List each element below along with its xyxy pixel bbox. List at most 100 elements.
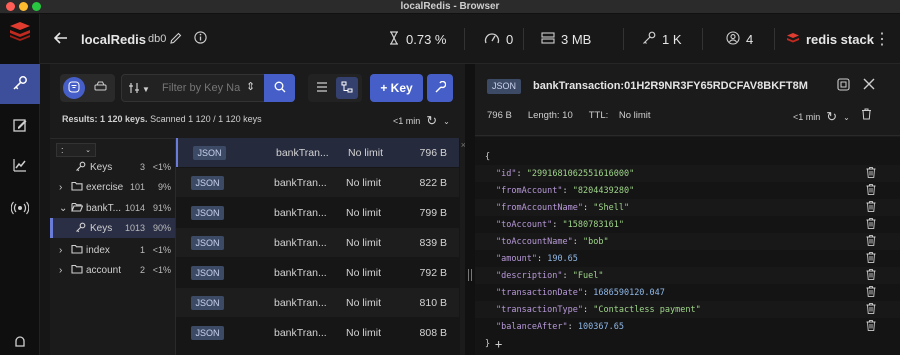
search-button[interactable]	[264, 74, 295, 102]
json-field-value[interactable]: "Contactless payment"	[593, 305, 700, 315]
json-field-row[interactable]: "toAccountName": "bob"	[475, 233, 900, 250]
ttl-label: TTL:	[588, 110, 609, 121]
trash-icon[interactable]	[866, 200, 876, 215]
edit-db-button[interactable]	[170, 14, 182, 64]
chevron-down-icon[interactable]: ⌄	[59, 203, 67, 214]
refresh-icon[interactable]: ↻	[426, 113, 437, 129]
json-field-value[interactable]: 190.65	[547, 254, 578, 264]
info-icon	[194, 31, 207, 47]
chevron-right-icon[interactable]: ›	[59, 265, 62, 276]
json-field-row[interactable]: "description": "Fuel"	[475, 267, 900, 284]
json-colon: :	[583, 304, 594, 315]
trash-icon[interactable]	[866, 285, 876, 300]
tree-item[interactable]: Keys 1013 90%	[50, 218, 175, 238]
trash-icon[interactable]	[866, 217, 876, 232]
key-type-badge: JSON	[191, 205, 224, 220]
trash-icon[interactable]	[866, 302, 876, 317]
trash-icon[interactable]	[866, 268, 876, 283]
window-title: localRedis - Browser	[400, 1, 500, 12]
tree-item[interactable]: › index 1 <1%	[50, 240, 175, 260]
chevron-right-icon[interactable]: ›	[59, 182, 62, 193]
list-view-button[interactable]	[311, 77, 333, 99]
json-field-value[interactable]: "1580783161"	[563, 220, 624, 230]
json-field-row[interactable]: "transactionType": "Contactless payment"	[475, 301, 900, 318]
sidebar-item-workbench[interactable]	[0, 106, 40, 146]
key-type-select[interactable]: ▼	[128, 82, 150, 97]
json-field-value[interactable]: "bob"	[583, 237, 609, 247]
redis-logo[interactable]	[0, 14, 40, 48]
key-name: bankTran...	[274, 176, 327, 189]
more-menu-button[interactable]: ⋮	[874, 14, 890, 64]
key-size: 799 B	[419, 206, 447, 219]
add-field-button[interactable]: +	[495, 337, 502, 351]
json-field-value[interactable]: "8204439280"	[573, 186, 634, 196]
trash-icon[interactable]	[866, 234, 876, 249]
trash-icon[interactable]	[866, 183, 876, 198]
back-button[interactable]	[53, 14, 68, 64]
key-icon	[75, 222, 86, 236]
refresh-icon[interactable]: ↻	[826, 109, 837, 125]
json-field-value[interactable]: "2991681062551616000"	[527, 169, 634, 179]
key-row[interactable]: JSON bankTran... No limit 822 B	[176, 168, 459, 197]
json-field-row[interactable]: "toAccount": "1580783161"	[475, 216, 900, 233]
json-field-value[interactable]: 1686590120.047	[593, 288, 665, 298]
json-field-row[interactable]: "fromAccountName": "Shell"	[475, 199, 900, 216]
key-view-button[interactable]	[63, 77, 85, 99]
sort-icon[interactable]: ⇕	[246, 80, 255, 93]
sidebar-item-pubsub[interactable]	[0, 189, 40, 229]
json-viewer: { "id": "2991681062551616000" "fromAccoun…	[475, 137, 900, 355]
chevron-right-icon[interactable]: ›	[59, 245, 62, 256]
tree-item-percent: 9%	[157, 182, 171, 192]
tree-view-button[interactable]	[336, 77, 358, 99]
chevron-down-icon: ⌄	[85, 147, 91, 154]
tree-item[interactable]: › account 2 <1%	[50, 260, 175, 280]
close-details-button[interactable]	[863, 78, 875, 93]
delete-key-button[interactable]	[861, 108, 872, 123]
search-view-button[interactable]	[89, 77, 111, 99]
list-icon	[316, 81, 328, 95]
trash-icon[interactable]	[866, 319, 876, 334]
chevron-down-icon[interactable]: ⌄	[843, 113, 850, 122]
key-ttl: No limit	[346, 266, 382, 279]
fullscreen-button[interactable]	[837, 78, 850, 94]
key-size: 796 B	[487, 110, 512, 121]
sidebar-item-browser[interactable]	[0, 64, 40, 104]
trash-icon[interactable]	[866, 251, 876, 266]
key-row[interactable]: JSON bankTran... No limit 808 B	[176, 318, 459, 347]
tree-item[interactable]: Keys 3 <1%	[50, 157, 175, 177]
trash-icon[interactable]	[866, 166, 876, 181]
tree-item[interactable]: ⌄ bankT... 1014 91%	[50, 198, 175, 218]
tree-item[interactable]: › exercise 101 9%	[50, 177, 175, 197]
panel-resizer[interactable]	[465, 64, 475, 355]
key-filter-input[interactable]	[162, 79, 252, 97]
memory-value: 3 MB	[561, 31, 592, 47]
ttl-info[interactable]: TTL: No limit	[589, 110, 651, 121]
sidebar-item-analysis[interactable]	[0, 146, 40, 186]
key-row[interactable]: JSON bankTran... No limit 792 B	[176, 258, 459, 287]
json-field-value[interactable]: "Shell"	[593, 203, 629, 213]
json-field-value[interactable]: 100367.65	[578, 322, 624, 332]
cpu-value: 0.73 %	[406, 31, 447, 47]
chevron-down-icon[interactable]: ⌄	[443, 117, 450, 126]
add-key-button[interactable]: + Key	[370, 74, 423, 102]
resize-handle-icon[interactable]	[468, 269, 472, 281]
delimiter-select[interactable]: : ⌄	[56, 143, 96, 157]
results-summary: Results: 1 120 keys. Scanned 1 120 / 1 1…	[62, 114, 262, 124]
key-row[interactable]: JSON bankTran... No limit 810 B	[176, 288, 459, 317]
tree-item-percent: 91%	[152, 203, 171, 213]
json-field-row[interactable]: "amount": 190.65	[475, 250, 900, 267]
sidebar-item-notifications[interactable]	[0, 332, 40, 355]
key-row[interactable]: JSON bankTran... No limit 799 B	[176, 198, 459, 227]
json-field-row[interactable]: "transactionDate": 1686590120.047	[475, 284, 900, 301]
db-info-button[interactable]	[194, 14, 207, 64]
json-field-value[interactable]: "Fuel"	[573, 271, 604, 281]
wrench-icon	[434, 80, 447, 96]
json-field-row[interactable]: "id": "2991681062551616000"	[475, 165, 900, 182]
key-length: Length: 10	[527, 110, 573, 121]
key-row[interactable]: JSON bankTran... No limit 796 B	[176, 138, 459, 167]
key-row[interactable]: JSON bankTran... No limit 839 B	[176, 228, 459, 257]
bulk-actions-button[interactable]	[427, 74, 453, 102]
key-name[interactable]: bankTransaction:01H2R9NR3FY65RDCFAV8BKFT…	[533, 80, 808, 92]
json-field-row[interactable]: "balanceAfter": 100367.65	[475, 318, 900, 335]
json-field-row[interactable]: "fromAccount": "8204439280"	[475, 182, 900, 199]
